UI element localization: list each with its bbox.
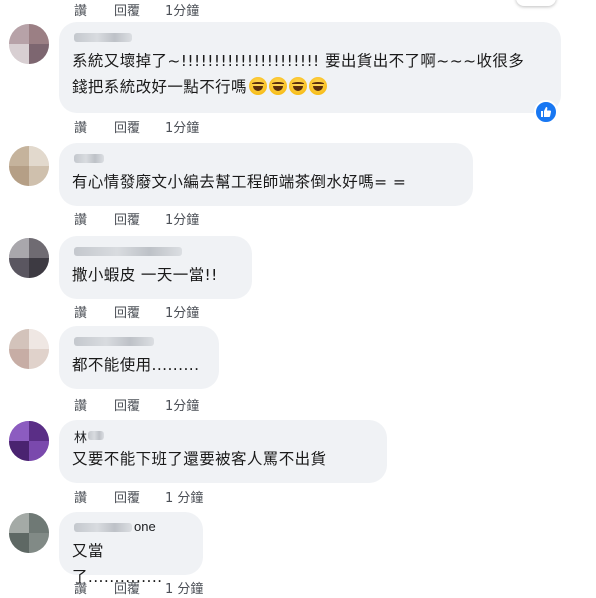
like-reaction-badge[interactable] <box>534 100 558 124</box>
reply-link[interactable]: 回覆 <box>114 487 165 507</box>
comment-bubble: 系統又壞掉了~!!!!!!!!!!!!!!!!!!!!! 要出貨出不了啊~~~收… <box>59 22 561 113</box>
comment-bubble: 有心情發廢文小編去幫工程師端茶倒水好嗎= = <box>59 143 473 206</box>
like-link[interactable]: 讚 <box>74 117 114 137</box>
laughing-tears-emoji <box>308 77 327 95</box>
comment-time[interactable]: 1分鐘 <box>165 302 199 322</box>
comment-bubble: 撒小蝦皮 一天一當!! <box>59 236 252 299</box>
comment-time[interactable]: 1 分鐘 <box>165 487 203 507</box>
avatar[interactable] <box>9 24 49 64</box>
comment-actions: 讚 回覆 1 分鐘 <box>74 487 203 507</box>
reaction-count-fragment <box>516 0 556 6</box>
laughing-tears-emoji <box>288 77 307 95</box>
comment-bubble: one 又當了.............. <box>59 512 203 586</box>
comment-author[interactable]: 林 <box>72 428 375 445</box>
avatar[interactable] <box>9 238 49 278</box>
laughing-tears-emoji <box>268 77 287 95</box>
comment-text: 都不能使用......... <box>72 356 200 374</box>
avatar[interactable] <box>9 421 49 461</box>
comment-author[interactable] <box>72 244 240 259</box>
reply-link[interactable]: 回覆 <box>114 578 165 598</box>
comment-text: 又要不能下班了還要被客人罵不出貨 <box>72 450 327 468</box>
comment-author[interactable] <box>72 151 461 166</box>
comment-text: 有心情發廢文小編去幫工程師端茶倒水好嗎= = <box>72 173 407 191</box>
like-link[interactable]: 讚 <box>74 209 114 229</box>
avatar[interactable] <box>9 513 49 553</box>
top-comment-actions: 讚 回覆 1分鐘 <box>74 0 199 20</box>
reply-link[interactable]: 回覆 <box>114 302 165 322</box>
like-link[interactable]: 讚 <box>74 487 114 507</box>
like-link[interactable]: 讚 <box>74 0 114 20</box>
comment-author[interactable] <box>72 30 549 45</box>
comment-time[interactable]: 1分鐘 <box>165 117 199 137</box>
comment-text: 撒小蝦皮 一天一當!! <box>72 266 218 284</box>
avatar[interactable] <box>9 146 49 186</box>
thumbs-up-icon <box>541 107 552 117</box>
comment-time[interactable]: 1分鐘 <box>165 209 199 229</box>
comment-actions: 讚 回覆 1分鐘 <box>74 117 199 137</box>
comment-author[interactable]: one <box>72 519 191 535</box>
comment-author[interactable] <box>72 334 207 349</box>
reply-link[interactable]: 回覆 <box>114 0 165 20</box>
like-link[interactable]: 讚 <box>74 578 114 598</box>
like-link[interactable]: 讚 <box>74 395 114 415</box>
comment-text: 系統又壞掉了~!!!!!!!!!!!!!!!!!!!!! 要出貨出不了啊~~~收… <box>72 52 525 96</box>
comment-bubble: 都不能使用......... <box>59 326 219 389</box>
comment-time[interactable]: 1分鐘 <box>165 0 199 20</box>
reply-link[interactable]: 回覆 <box>114 117 165 137</box>
comment-actions: 讚 回覆 1分鐘 <box>74 209 199 229</box>
comment-time[interactable]: 1 分鐘 <box>165 578 203 598</box>
reply-link[interactable]: 回覆 <box>114 395 165 415</box>
like-link[interactable]: 讚 <box>74 302 114 322</box>
comment-actions: 讚 回覆 1分鐘 <box>74 395 199 415</box>
comment-time[interactable]: 1分鐘 <box>165 395 199 415</box>
laughing-tears-emoji <box>248 77 267 95</box>
reply-link[interactable]: 回覆 <box>114 209 165 229</box>
avatar[interactable] <box>9 329 49 369</box>
comment-bubble: 林 又要不能下班了還要被客人罵不出貨 <box>59 420 387 483</box>
comment-actions: 讚 回覆 1分鐘 <box>74 302 199 322</box>
comment-actions: 讚 回覆 1 分鐘 <box>74 578 203 598</box>
